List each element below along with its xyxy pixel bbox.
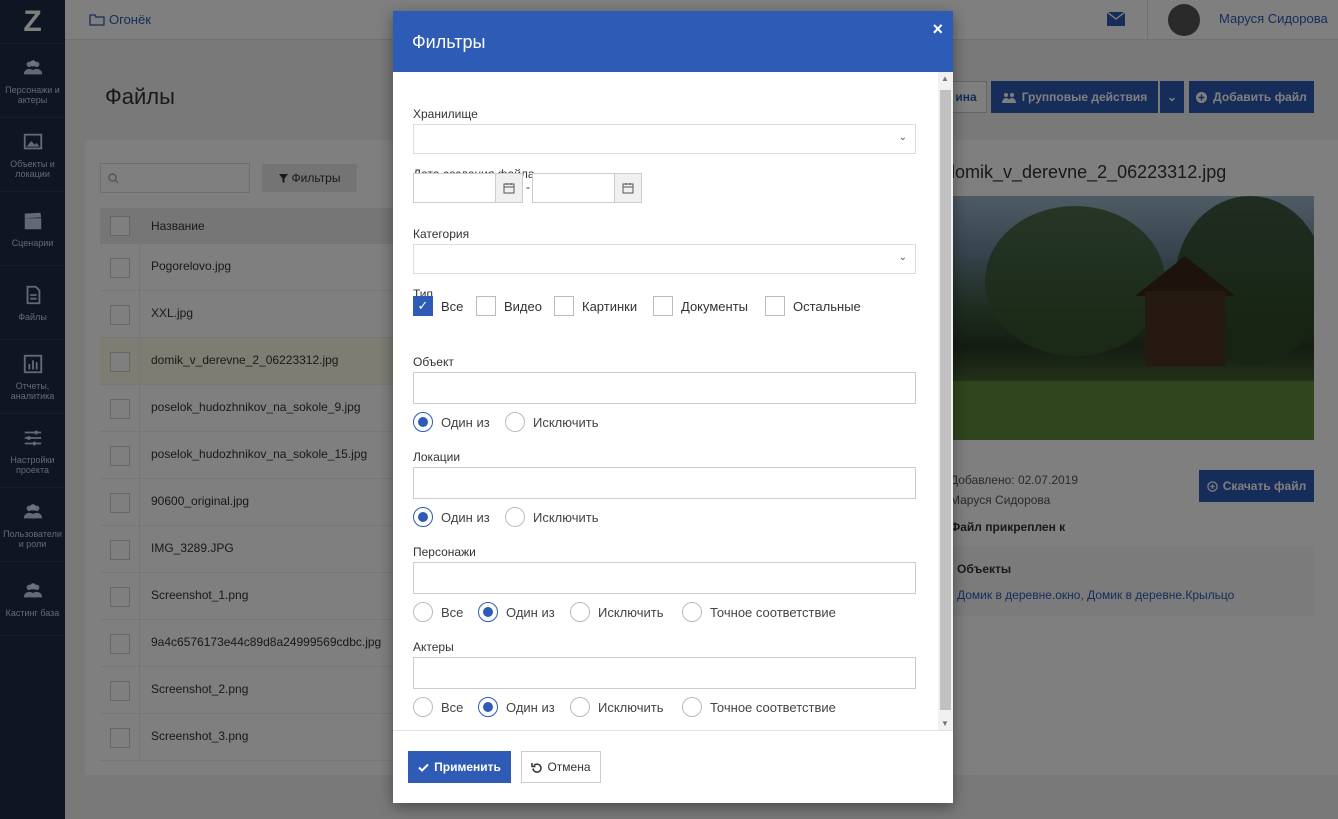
radio-label: Один из [506, 699, 555, 715]
date-to-input[interactable] [532, 173, 642, 203]
location-radio-one-of[interactable]: Один из [413, 507, 490, 527]
checkbox-label: Картинки [582, 298, 638, 314]
radio-label: Один из [441, 509, 490, 525]
cancel-label: Отмена [547, 760, 591, 774]
calendar-icon[interactable] [495, 174, 522, 202]
characters-input[interactable] [413, 562, 916, 594]
radio-circle [413, 602, 433, 622]
category-select[interactable]: ⌄ [413, 244, 916, 274]
radio-circle [413, 697, 433, 717]
modal-header: Фильтры × [393, 11, 953, 72]
object-input[interactable] [413, 372, 916, 404]
scroll-up-icon[interactable]: ▲ [941, 74, 949, 83]
radio-circle [478, 697, 498, 717]
apply-label: Применить [434, 760, 501, 774]
characters-radio-exact[interactable]: Точное соответствие [682, 602, 836, 622]
object-label: Объект [413, 355, 454, 369]
location-input[interactable] [413, 467, 916, 499]
radio-label: Исключить [533, 509, 599, 525]
location-label: Локации [413, 450, 461, 464]
storage-select[interactable]: ⌄ [413, 124, 916, 154]
scrollbar-thumb[interactable] [940, 90, 951, 710]
object-radio-exclude[interactable]: Исключить [505, 412, 599, 432]
radio-circle [505, 412, 525, 432]
scroll-down-icon[interactable]: ▼ [941, 719, 949, 728]
checkbox-box [476, 296, 496, 316]
calendar-icon[interactable] [614, 174, 641, 202]
radio-circle [413, 412, 433, 432]
checkbox-label: Остальные [793, 298, 861, 314]
radio-circle [682, 602, 702, 622]
category-label: Категория [413, 227, 470, 241]
apply-button[interactable]: Применить [408, 751, 511, 783]
radio-circle [413, 507, 433, 527]
actors-label: Актеры [413, 640, 454, 654]
actors-radio-all[interactable]: Все [413, 697, 463, 717]
checkbox-box [554, 296, 574, 316]
chevron-down-icon: ⌄ [898, 252, 907, 263]
radio-label: Исключить [598, 604, 664, 620]
type-video-checkbox[interactable]: Видео [476, 296, 542, 316]
radio-label: Все [441, 699, 464, 715]
radio-circle [478, 602, 498, 622]
location-radio-exclude[interactable]: Исключить [505, 507, 599, 527]
modal-body: ▲ ▼ Хранилище ⌄ Дата создания файла - Ка… [393, 72, 953, 730]
radio-label: Точное соответствие [710, 604, 836, 620]
actors-radio-exact[interactable]: Точное соответствие [682, 697, 836, 717]
close-icon[interactable]: × [932, 19, 943, 40]
radio-circle [570, 602, 590, 622]
undo-icon [531, 762, 543, 773]
date-from-input[interactable] [413, 173, 523, 203]
date-separator: - [526, 180, 530, 194]
checkbox-label: Видео [504, 298, 542, 314]
checkbox-label: Все [441, 298, 464, 314]
checkbox-label: Документы [681, 298, 749, 314]
type-documents-checkbox[interactable]: Документы [653, 296, 748, 316]
actors-radio-exclude[interactable]: Исключить [570, 697, 664, 717]
radio-label: Исключить [533, 414, 599, 430]
characters-radio-one-of[interactable]: Один из [478, 602, 555, 622]
radio-label: Один из [441, 414, 490, 430]
cancel-button[interactable]: Отмена [521, 751, 601, 783]
chevron-down-icon: ⌄ [898, 132, 907, 143]
checkbox-box [653, 296, 673, 316]
type-other-checkbox[interactable]: Остальные [765, 296, 861, 316]
type-images-checkbox[interactable]: Картинки [554, 296, 637, 316]
radio-label: Все [441, 604, 464, 620]
modal-footer: Применить Отмена [393, 730, 953, 803]
check-icon [418, 763, 429, 772]
modal-title: Фильтры [412, 32, 486, 52]
filters-modal: Фильтры × ▲ ▼ Хранилище ⌄ Дата создания … [393, 11, 953, 803]
type-all-checkbox[interactable]: ✓ Все [413, 296, 463, 316]
object-radio-one-of[interactable]: Один из [413, 412, 490, 432]
characters-label: Персонажи [413, 545, 476, 559]
checkbox-box [765, 296, 785, 316]
radio-circle [505, 507, 525, 527]
actors-radio-one-of[interactable]: Один из [478, 697, 555, 717]
radio-label: Точное соответствие [710, 699, 836, 715]
scrollbar[interactable]: ▲ ▼ [938, 72, 953, 730]
characters-radio-exclude[interactable]: Исключить [570, 602, 664, 622]
storage-label: Хранилище [413, 107, 478, 121]
radio-label: Исключить [598, 699, 664, 715]
characters-radio-all[interactable]: Все [413, 602, 463, 622]
actors-input[interactable] [413, 657, 916, 689]
radio-circle [682, 697, 702, 717]
check-icon: ✓ [413, 296, 433, 316]
radio-label: Один из [506, 604, 555, 620]
radio-circle [570, 697, 590, 717]
